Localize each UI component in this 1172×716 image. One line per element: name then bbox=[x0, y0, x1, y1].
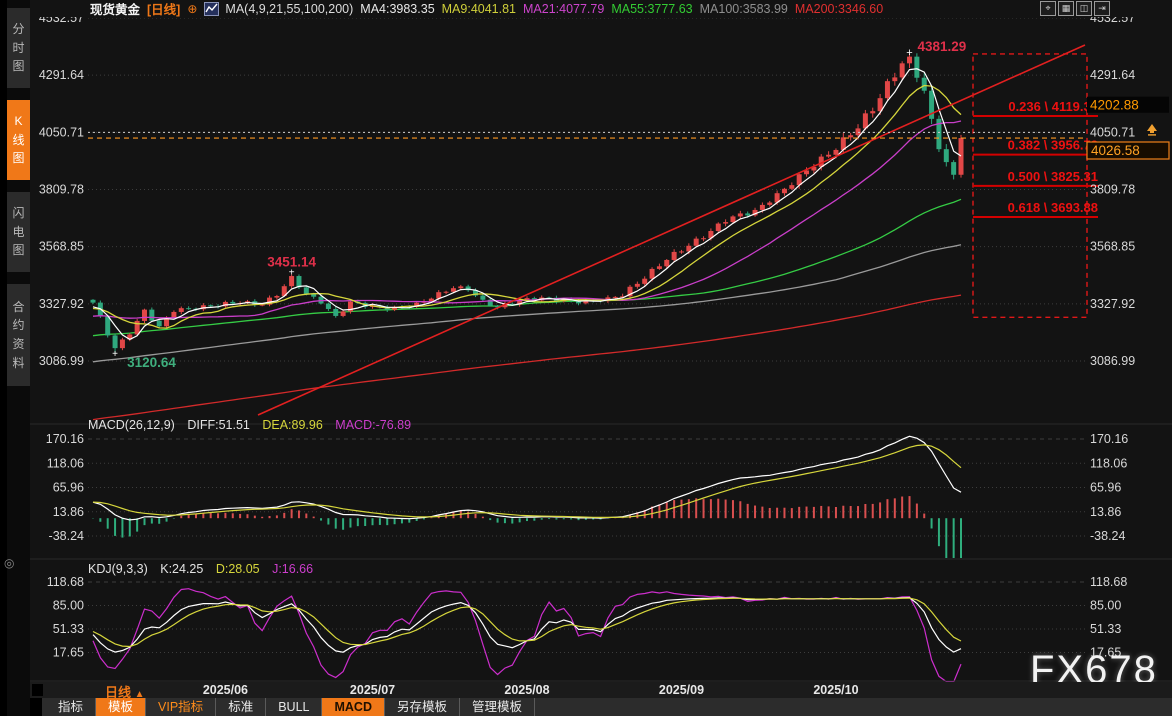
ma-value: MA100:3583.99 bbox=[699, 1, 788, 16]
svg-text:4381.29: 4381.29 bbox=[918, 39, 967, 54]
svg-text:0.382 \ 3956.73: 0.382 \ 3956.73 bbox=[1008, 138, 1098, 153]
ma-value: MA21:4077.79 bbox=[523, 1, 605, 16]
svg-text:118.06: 118.06 bbox=[1090, 456, 1127, 470]
svg-text:4202.88: 4202.88 bbox=[1090, 98, 1139, 113]
svg-text:13.86: 13.86 bbox=[1090, 505, 1121, 519]
date-tick: 2025/10 bbox=[813, 683, 859, 697]
crosshair-icon[interactable]: ⌖ bbox=[1040, 1, 1056, 16]
kdj-label-row: KDJ(9,3,3) K:24.25 D:28.05 J:16.66 bbox=[88, 562, 322, 576]
kdj-j-value: J:16.66 bbox=[272, 562, 314, 576]
svg-text:118.68: 118.68 bbox=[1090, 575, 1127, 589]
jump-latest-icon[interactable]: ⇥ bbox=[1094, 1, 1110, 16]
macd-dea-value: DEA:89.96 bbox=[262, 418, 323, 432]
svg-text:3086.99: 3086.99 bbox=[1090, 354, 1135, 368]
macd-macd-value: MACD:-76.89 bbox=[335, 418, 412, 432]
svg-text:17.65: 17.65 bbox=[53, 646, 84, 660]
svg-text:0.500 \ 3825.31: 0.500 \ 3825.31 bbox=[1008, 169, 1098, 184]
symbol-title: 现货黄金 bbox=[90, 3, 141, 17]
kdj-k-value: K:24.25 bbox=[160, 562, 204, 576]
svg-text:3568.85: 3568.85 bbox=[1090, 240, 1135, 254]
svg-text:170.16: 170.16 bbox=[46, 432, 84, 446]
toolbar-tab-4[interactable]: 标准 bbox=[216, 698, 267, 716]
svg-text:3120.64: 3120.64 bbox=[127, 355, 176, 370]
chart-canvas[interactable]: 0.236 \ 4119.33 0.382 \ 3956.73 0.500 \ 38… bbox=[0, 0, 1172, 716]
svg-text:118.06: 118.06 bbox=[47, 456, 84, 470]
ma-settings-label: MA(4,9,21,55,100,200) bbox=[225, 1, 354, 16]
sidebar-tab-3[interactable]: 闪电图 bbox=[7, 192, 30, 272]
svg-text:+: + bbox=[112, 349, 118, 360]
svg-text:118.68: 118.68 bbox=[47, 575, 84, 589]
ma-value: MA55:3777.63 bbox=[611, 1, 693, 16]
ma-value: MA200:3346.60 bbox=[794, 1, 884, 16]
kdj-d-value: D:28.05 bbox=[215, 562, 260, 576]
toolbar-tab-3[interactable]: VIP指标 bbox=[146, 698, 217, 716]
toolbar-tab-1[interactable]: 指标 bbox=[46, 698, 97, 716]
svg-text:3327.92: 3327.92 bbox=[39, 297, 84, 311]
date-tick: 2025/07 bbox=[349, 683, 396, 697]
svg-text:3809.78: 3809.78 bbox=[39, 183, 84, 197]
kdj-params: KDJ(9,3,3) bbox=[88, 562, 148, 576]
svg-text:51.33: 51.33 bbox=[1090, 622, 1121, 636]
svg-text:4050.71: 4050.71 bbox=[39, 125, 84, 139]
scroll-right-icon[interactable]: ◫ bbox=[1076, 1, 1092, 16]
period-tag[interactable]: [日线] bbox=[147, 0, 180, 18]
ma-value: MA4:3983.35 bbox=[360, 1, 435, 16]
svg-text:-38.24: -38.24 bbox=[49, 529, 84, 543]
svg-text:+: + bbox=[289, 268, 295, 279]
svg-text:65.96: 65.96 bbox=[1090, 481, 1121, 495]
ma-value: MA9:4041.81 bbox=[441, 1, 516, 16]
add-indicator-icon[interactable]: ⊕ bbox=[187, 2, 197, 16]
date-tick: 2025/06 bbox=[202, 683, 248, 697]
svg-text:65.96: 65.96 bbox=[53, 481, 84, 495]
sidebar-tab-4[interactable]: 合约资料 bbox=[7, 284, 30, 386]
window-icons: ⌖ ▦ ◫ ⇥ bbox=[1040, 1, 1110, 16]
fit-chart-icon[interactable]: ▦ bbox=[1058, 1, 1074, 16]
toolbar-tab-6[interactable]: MACD bbox=[322, 698, 385, 716]
date-tick: 2025/09 bbox=[658, 683, 705, 697]
alert-arrow-icon[interactable] bbox=[1146, 124, 1158, 136]
svg-text:170.16: 170.16 bbox=[1090, 432, 1128, 446]
svg-text:4026.58: 4026.58 bbox=[1091, 143, 1140, 158]
svg-text:85.00: 85.00 bbox=[53, 599, 84, 613]
toolbar-corner bbox=[30, 698, 42, 716]
svg-text:4291.64: 4291.64 bbox=[39, 68, 84, 82]
svg-text:51.33: 51.33 bbox=[53, 622, 84, 636]
sidebar: 分时图 K线图闪电图合约资料 ◎ bbox=[0, 0, 30, 716]
svg-text:85.00: 85.00 bbox=[1090, 599, 1121, 613]
macd-diff-value: DIFF:51.51 bbox=[187, 418, 250, 432]
date-tick: 2025/08 bbox=[504, 683, 550, 697]
svg-text:4291.64: 4291.64 bbox=[1090, 68, 1135, 82]
svg-text:3568.85: 3568.85 bbox=[39, 240, 84, 254]
bottom-toolbar: 指标 模板 VIP指标 标准 BULL MACD 另存模板 管理模板 bbox=[30, 698, 1172, 716]
ma-values: MA4:3983.35 MA9:4041.81 MA21:4077.79 MA55:3… bbox=[360, 2, 890, 16]
date-row-corner bbox=[32, 684, 43, 696]
toolbar-tab-2[interactable]: 模板 bbox=[96, 698, 147, 716]
macd-params: MACD(26,12,9) bbox=[88, 418, 175, 432]
svg-text:0.618 \ 3693.88: 0.618 \ 3693.88 bbox=[1008, 200, 1098, 215]
sidebar-tab-2[interactable]: K线图 bbox=[7, 100, 30, 180]
svg-text:3809.78: 3809.78 bbox=[1090, 183, 1135, 197]
trading-app-window: 0.236 \ 4119.33 0.382 \ 3956.73 0.500 \ 38… bbox=[0, 0, 1172, 716]
date-axis-row: 日线 ▲ 2025/06 2025/07 2025/08 2025/09 2025/10 bbox=[30, 682, 1172, 700]
svg-text:3086.99: 3086.99 bbox=[39, 354, 84, 368]
sidebar-tab-1[interactable]: 分时图 bbox=[7, 8, 30, 88]
macd-label-row: MACD(26,12,9) DIFF:51.51 DEA:89.96 MACD:… bbox=[88, 418, 420, 432]
svg-text:-38.24: -38.24 bbox=[1090, 529, 1125, 543]
svg-text:0.236 \ 4119.33: 0.236 \ 4119.33 bbox=[1008, 99, 1098, 114]
svg-text:13.86: 13.86 bbox=[53, 505, 84, 519]
topbar: 现货黄金 [日线] ⊕ MA(4,9,21,55,100,200) MA4:39… bbox=[30, 0, 1172, 17]
toolbar-tab-5[interactable]: BULL bbox=[266, 698, 323, 716]
svg-text:+: + bbox=[906, 47, 912, 59]
svg-text:3327.92: 3327.92 bbox=[1090, 297, 1135, 311]
toolbar-tab-7[interactable]: 另存模板 bbox=[385, 698, 460, 716]
svg-text:4050.71: 4050.71 bbox=[1090, 125, 1135, 139]
toolbar-tab-8[interactable]: 管理模板 bbox=[460, 698, 536, 716]
chart-style-icon[interactable] bbox=[204, 1, 220, 16]
sidebar-strip bbox=[0, 0, 7, 716]
collapse-icon[interactable]: ◎ bbox=[4, 556, 14, 570]
